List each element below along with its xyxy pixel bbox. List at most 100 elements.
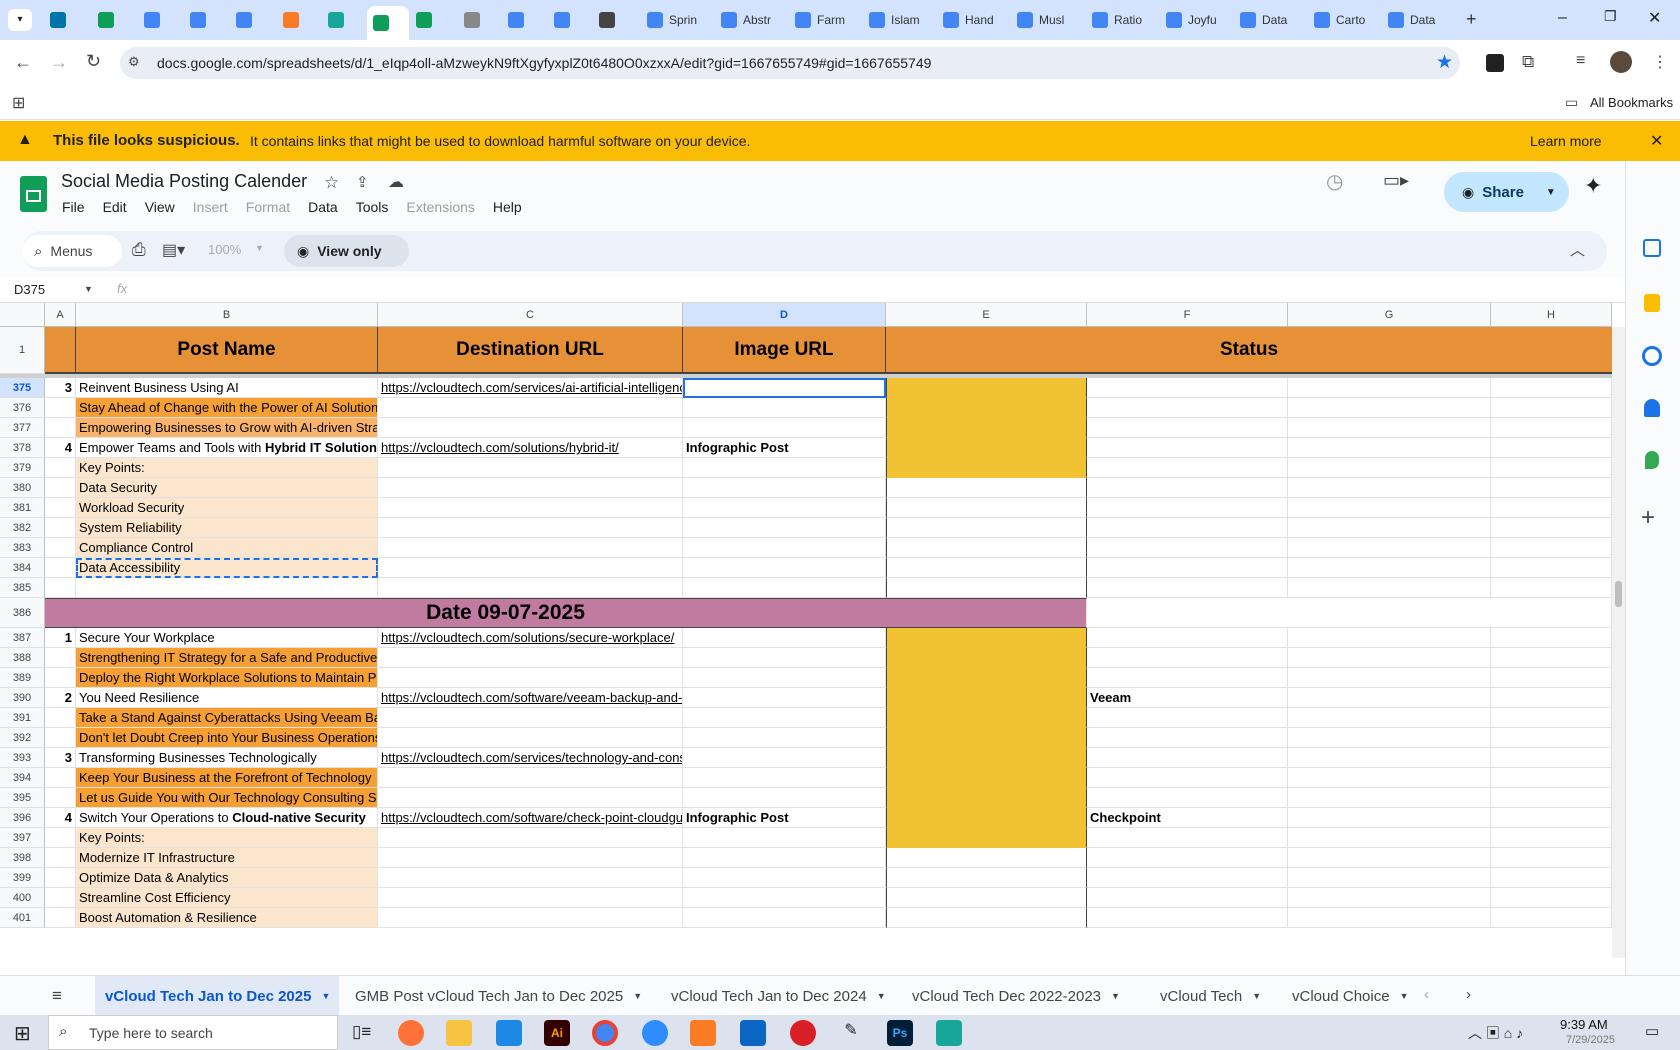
browser-tab[interactable]: Hand <box>937 6 1007 34</box>
menu-help[interactable]: Help <box>493 199 522 215</box>
move-to-drive-icon[interactable]: ⇪ <box>356 173 369 191</box>
column-header-h[interactable]: H <box>1491 303 1612 327</box>
menu-data[interactable]: Data <box>308 199 338 215</box>
browser-tab[interactable] <box>502 6 542 34</box>
sheet-tab-dropdown-icon[interactable]: ▼ <box>1111 991 1120 1001</box>
cell-h[interactable] <box>1491 438 1612 458</box>
browser-tab[interactable] <box>138 6 178 34</box>
cell-status-e[interactable] <box>886 458 1087 478</box>
cell-status-f[interactable] <box>1087 788 1288 808</box>
chrome-icon[interactable] <box>592 1020 618 1046</box>
column-header-d[interactable]: D <box>683 303 886 327</box>
menus-search[interactable]: ⌕ Menus <box>22 235 122 267</box>
cell-g[interactable] <box>1288 578 1491 598</box>
document-title[interactable]: Social Media Posting Calender <box>61 171 307 192</box>
row-header[interactable]: 384 <box>0 558 45 578</box>
cell-status-e[interactable] <box>886 728 1087 748</box>
browser-tab[interactable] <box>230 6 270 34</box>
menu-format[interactable]: Format <box>246 199 290 215</box>
cell-h[interactable] <box>1491 518 1612 538</box>
cell-post-name[interactable]: Empowering Businesses to Grow with AI-dr… <box>76 418 378 438</box>
cell-h[interactable] <box>1491 628 1612 648</box>
browser-tab[interactable]: Islam <box>863 6 933 34</box>
cell-g[interactable] <box>1288 648 1491 668</box>
sheet-tab[interactable]: vCloud Tech Jan to Dec 2025 ▼ <box>95 976 339 1016</box>
menu-insert[interactable]: Insert <box>193 199 228 215</box>
cell-status-e[interactable] <box>886 438 1087 458</box>
cell-h[interactable] <box>1491 558 1612 578</box>
cell-post-name[interactable]: Key Points: <box>76 828 378 848</box>
cell-post-name[interactable] <box>76 578 378 598</box>
cell-status-f[interactable] <box>1087 908 1288 928</box>
browser-tab[interactable]: Data <box>1234 6 1304 34</box>
cell-g[interactable] <box>1288 668 1491 688</box>
cell-destination-url[interactable] <box>378 558 683 578</box>
menu-file[interactable]: File <box>62 199 85 215</box>
cell-status-e[interactable] <box>886 808 1087 828</box>
add-addon-icon[interactable]: + <box>1641 504 1655 532</box>
cell-status-e[interactable] <box>886 868 1087 888</box>
selected-cell-d375[interactable] <box>683 378 886 398</box>
row-header[interactable]: 395 <box>0 788 45 808</box>
share-dropdown-icon[interactable]: ▼ <box>1546 187 1556 198</box>
menu-extensions[interactable]: Extensions <box>406 199 474 215</box>
row-header[interactable]: 393 <box>0 748 45 768</box>
cell-post-name[interactable]: Take a Stand Against Cyberattacks Using … <box>76 708 378 728</box>
print-icon[interactable]: ⎙ <box>132 240 146 260</box>
cell-h[interactable] <box>1491 648 1612 668</box>
select-all-corner[interactable] <box>0 303 45 327</box>
cell-destination-url[interactable] <box>378 538 683 558</box>
cell-h[interactable] <box>1491 458 1612 478</box>
cell-g[interactable] <box>1288 558 1491 578</box>
cell-post-name[interactable]: Reinvent Business Using AI <box>76 378 378 398</box>
sheet-tab[interactable]: vCloud Tech Dec 2022-2023 ▼ <box>902 976 1142 1016</box>
cell-status-f[interactable] <box>1087 708 1288 728</box>
scroll-tabs-left-icon[interactable]: ‹ <box>1424 986 1429 1003</box>
meet-camera-icon[interactable]: ▭▸ <box>1383 170 1409 191</box>
browser-tab[interactable] <box>92 6 132 34</box>
vertical-scrollbar[interactable] <box>1612 327 1625 958</box>
tasks-icon[interactable] <box>1642 346 1662 366</box>
cell-destination-url[interactable] <box>378 578 683 598</box>
cell-h[interactable] <box>1491 868 1612 888</box>
column-header-a[interactable]: A <box>45 303 76 327</box>
cell-status-e[interactable] <box>886 668 1087 688</box>
cell-post-name[interactable]: Compliance Control <box>76 538 378 558</box>
cell-status-e[interactable] <box>886 628 1087 648</box>
cell-destination-url[interactable] <box>378 518 683 538</box>
cell-g[interactable] <box>1288 498 1491 518</box>
illustrator-icon[interactable]: Ai <box>544 1020 570 1046</box>
collapse-toolbar-icon[interactable]: ︿ <box>1570 239 1585 260</box>
cell-status-f[interactable] <box>1087 648 1288 668</box>
sheet-tab[interactable]: vCloud Choice ▼ <box>1282 976 1414 1016</box>
cell-image-url[interactable] <box>683 728 886 748</box>
cell-status-e[interactable] <box>886 648 1087 668</box>
cell-h[interactable] <box>1491 398 1612 418</box>
cell-status-f[interactable] <box>1087 378 1288 398</box>
cell-h[interactable] <box>1491 908 1612 928</box>
cell-image-url[interactable] <box>683 398 886 418</box>
browser-tab[interactable] <box>367 6 409 40</box>
browser-tab[interactable]: Abstr <box>715 6 785 34</box>
cell-post-name[interactable]: Empower Teams and Tools with Hybrid IT S… <box>76 438 378 458</box>
bookmark-star-icon[interactable]: ★ <box>1436 51 1453 74</box>
keep-icon[interactable] <box>1644 294 1660 312</box>
cell-g[interactable] <box>1288 868 1491 888</box>
taskbar-search[interactable]: ⌕ Type here to search <box>48 1015 338 1050</box>
cell-status-f[interactable] <box>1087 578 1288 598</box>
cell-g[interactable] <box>1288 628 1491 648</box>
cell-g[interactable] <box>1288 748 1491 768</box>
cell-post-name[interactable]: Let us Guide You with Our Technology Con… <box>76 788 378 808</box>
tab-search-button[interactable]: ▾ <box>8 9 32 31</box>
cell-destination-url[interactable] <box>378 848 683 868</box>
cell-status-e[interactable] <box>886 478 1087 498</box>
cell-h[interactable] <box>1491 578 1612 598</box>
cell-post-name[interactable]: Workload Security <box>76 498 378 518</box>
cell-status-f[interactable] <box>1087 848 1288 868</box>
cell-post-name[interactable]: Optimize Data & Analytics <box>76 868 378 888</box>
cell-image-url[interactable] <box>683 578 886 598</box>
row-header[interactable]: 392 <box>0 728 45 748</box>
name-box[interactable]: D375 <box>14 282 45 297</box>
cell-status-e[interactable] <box>886 888 1087 908</box>
cell-status-f[interactable] <box>1087 418 1288 438</box>
